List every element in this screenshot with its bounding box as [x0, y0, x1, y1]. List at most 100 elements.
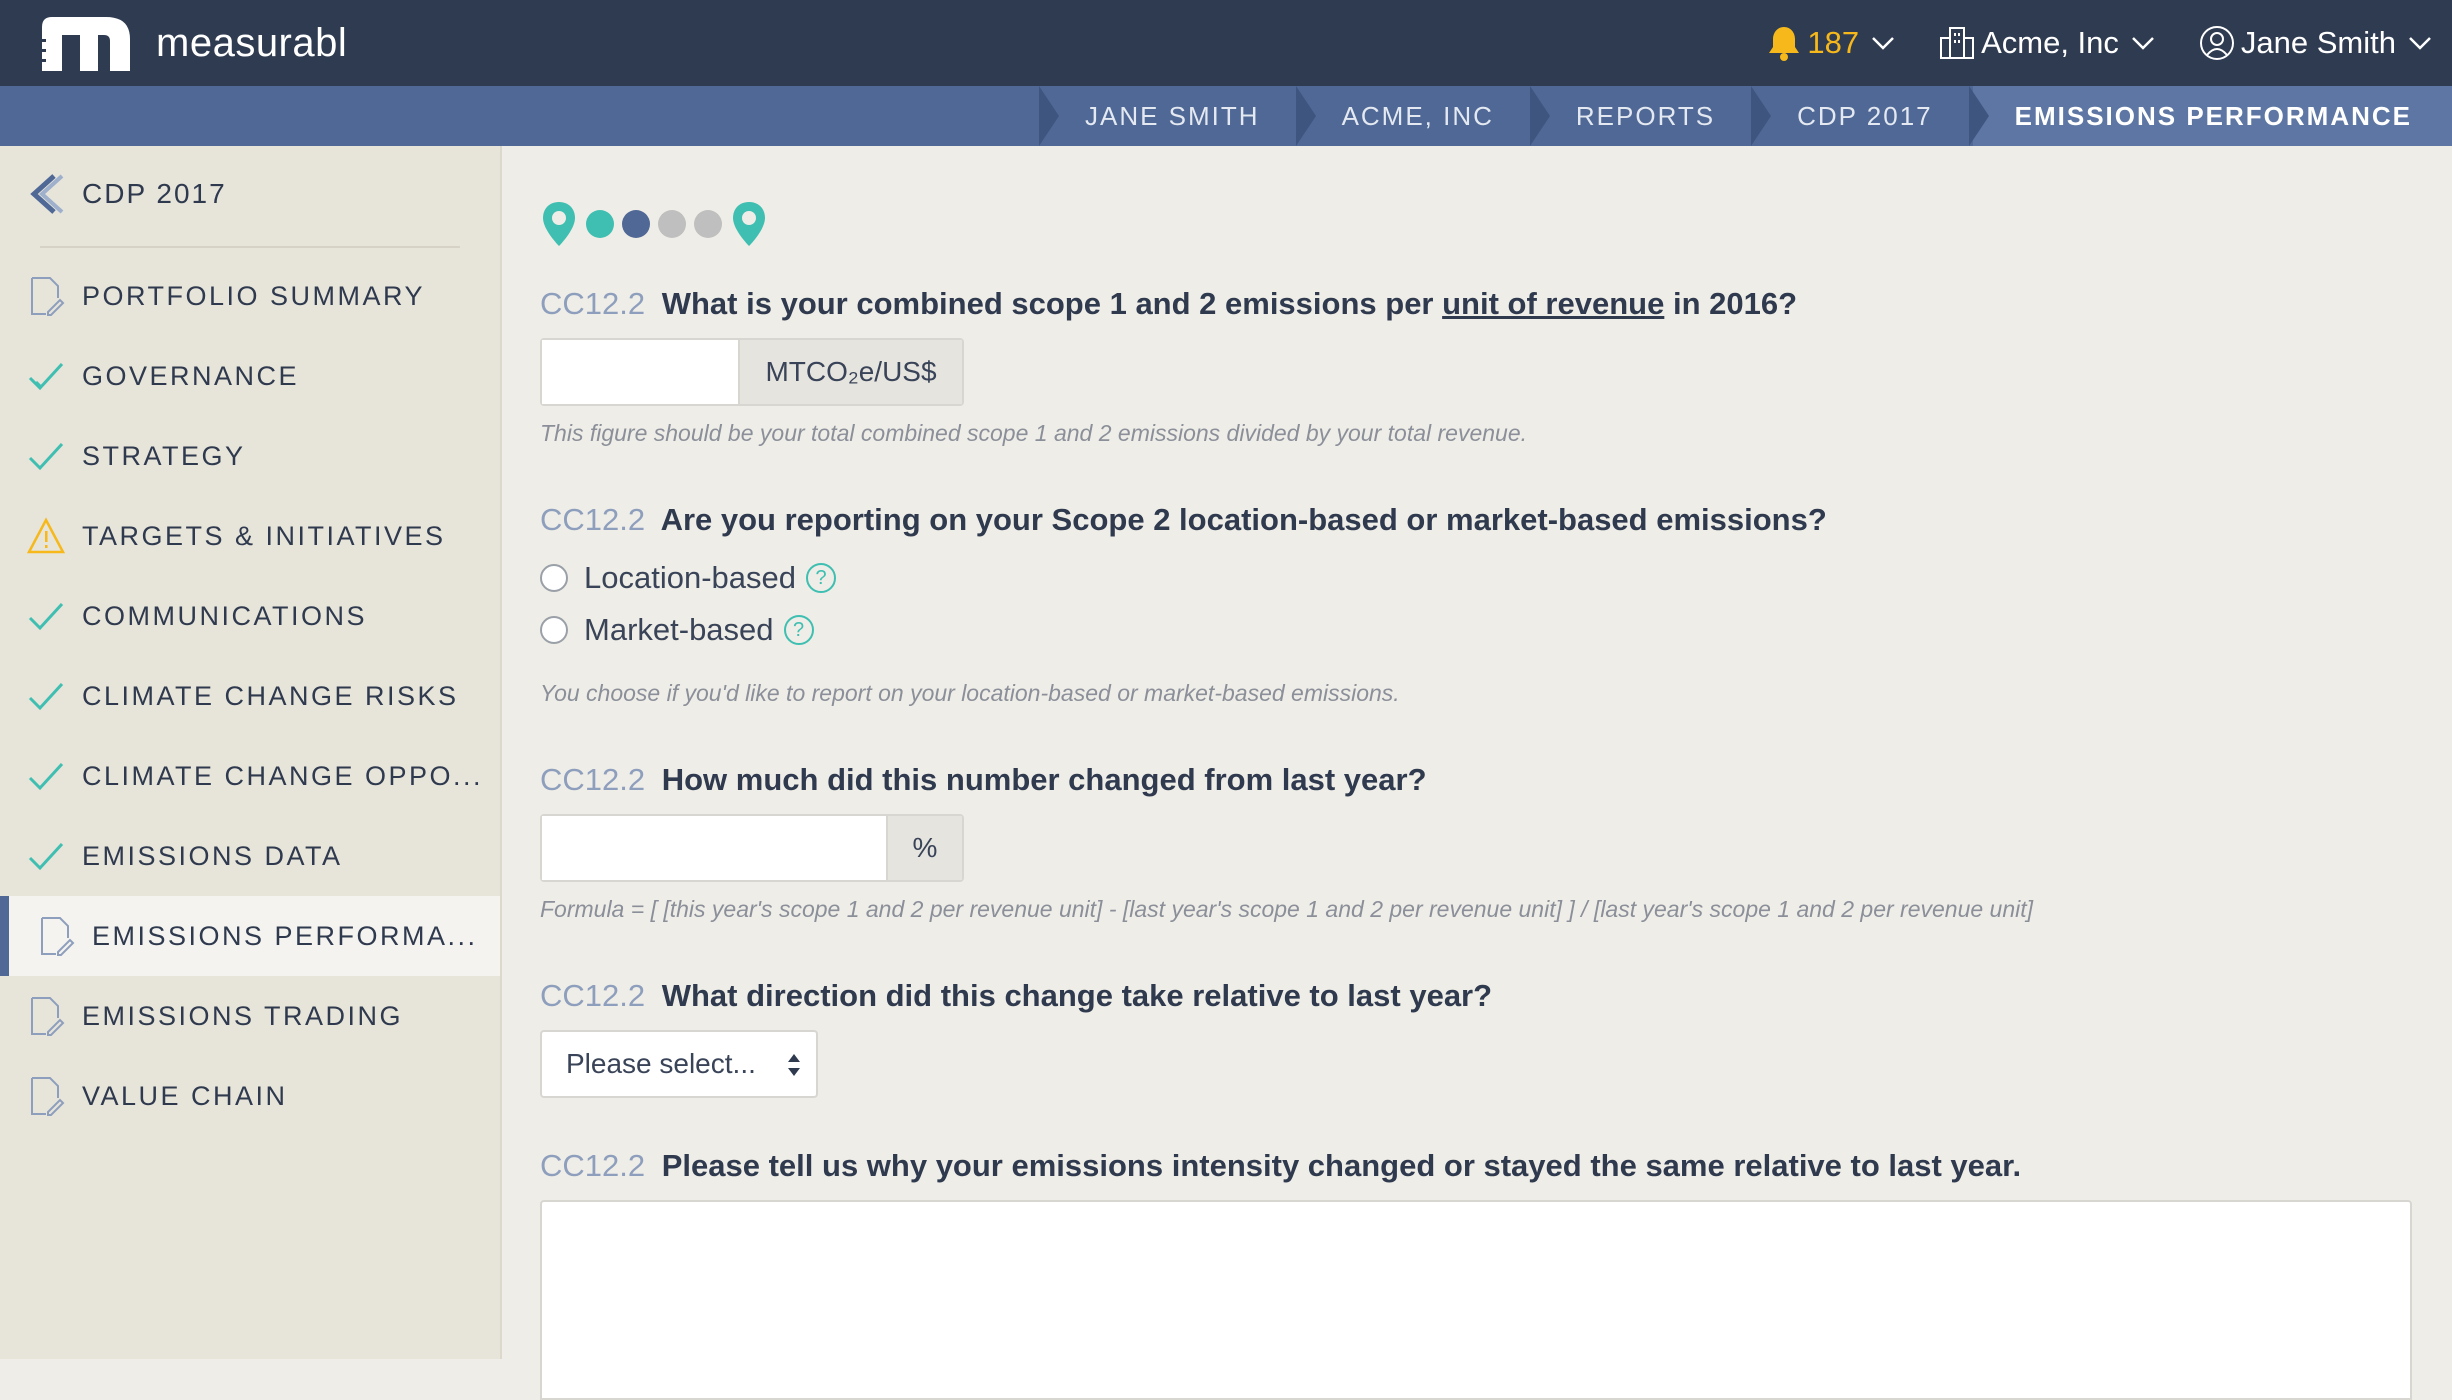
sidebar-divider	[40, 246, 460, 248]
question-hint: This figure should be your total combine…	[540, 420, 1528, 446]
select-value: Please select...	[566, 1048, 756, 1079]
sidebar-item-label: CLIMATE CHANGE OPPO...	[82, 760, 484, 791]
sidebar: CDP 2017 PORTFOLIO SUMMARY GOVERNANCE ST…	[0, 146, 502, 1359]
document-edit-icon	[31, 1077, 65, 1116]
select-arrows-icon	[788, 1054, 800, 1076]
market-based-option[interactable]: Market-based ?	[540, 612, 814, 648]
bell-icon	[1769, 27, 1800, 61]
question-text-end: in 2016?	[1672, 286, 1798, 321]
chevron-down-icon	[2132, 37, 2154, 50]
question-code: CC12.2	[540, 1148, 646, 1183]
back-link[interactable]: CDP 2017	[0, 146, 500, 242]
question-q4: CC12.2 What direction did this change ta…	[540, 978, 1492, 1014]
question-text: How much did this number changed from la…	[661, 762, 1427, 797]
sidebar-item-label: CLIMATE CHANGE RISKS	[82, 680, 459, 711]
sidebar-item-portfolio-summary[interactable]: PORTFOLIO SUMMARY	[0, 256, 500, 336]
question-text: Please tell us why your emissions intens…	[661, 1148, 2022, 1183]
check-icon	[28, 362, 64, 391]
sidebar-item-label: GOVERNANCE	[82, 360, 300, 391]
progress-step-todo	[658, 210, 686, 238]
user-icon	[2199, 26, 2234, 60]
document-edit-icon	[31, 997, 65, 1036]
sidebar-item-climate-change-risks[interactable]: CLIMATE CHANGE RISKS	[0, 656, 500, 736]
user-name: Jane Smith	[2240, 25, 2396, 60]
question-q2: CC12.2 Are you reporting on your Scope 2…	[540, 502, 1827, 538]
location-based-option[interactable]: Location-based ?	[540, 560, 836, 596]
back-label: CDP 2017	[82, 178, 227, 209]
sidebar-item-strategy[interactable]: STRATEGY	[0, 416, 500, 496]
warning-icon	[26, 517, 66, 554]
organization-menu[interactable]: Acme, Inc	[1939, 25, 2155, 61]
breadcrumb-current: EMISSIONS PERFORMANCE	[1968, 86, 2452, 146]
notifications-menu[interactable]: 187	[1767, 25, 1895, 61]
percent-change-group: %	[540, 814, 964, 882]
question-q3: CC12.2 How much did this number changed …	[540, 762, 1427, 798]
sidebar-item-label: PORTFOLIO SUMMARY	[82, 280, 426, 311]
market-based-radio[interactable]	[540, 616, 568, 644]
explanation-textarea[interactable]	[540, 1200, 2412, 1400]
chevron-left-icon	[30, 174, 64, 214]
location-based-radio[interactable]	[540, 564, 568, 592]
formula-hint: Formula = [ [this year's scope 1 and 2 p…	[540, 896, 2034, 922]
end-pin-icon	[733, 202, 765, 246]
sidebar-item-label: TARGETS & INITIATIVES	[82, 520, 446, 551]
percent-change-input[interactable]	[542, 816, 886, 880]
chevron-down-icon	[1872, 37, 1894, 50]
emissions-per-revenue-input[interactable]	[542, 340, 738, 404]
emissions-per-revenue-group: MTCO₂e/US$	[540, 338, 964, 406]
check-icon	[28, 762, 64, 791]
logo[interactable]: measurabl	[38, 13, 347, 73]
sidebar-nav: PORTFOLIO SUMMARY GOVERNANCE STRATEGY TA…	[0, 256, 500, 1136]
sidebar-item-targets-initiatives[interactable]: TARGETS & INITIATIVES	[0, 496, 500, 576]
help-icon[interactable]: ?	[806, 563, 836, 593]
sidebar-item-emissions-data[interactable]: EMISSIONS DATA	[0, 816, 500, 896]
option-label: Market-based	[584, 612, 774, 647]
start-pin-icon	[543, 202, 575, 246]
help-icon[interactable]: ?	[783, 615, 814, 645]
breadcrumb: JANE SMITH ACME, INC REPORTS CDP 2017 EM…	[0, 86, 2452, 146]
check-icon	[28, 682, 64, 711]
measurabl-logo-icon	[38, 17, 130, 71]
document-edit-icon	[41, 917, 75, 956]
unit-addon: MTCO₂e/US$	[738, 340, 962, 404]
question-hint: You choose if you'd like to report on yo…	[540, 680, 1400, 706]
top-navbar: measurabl 187 Acme, Inc Jane Smith	[0, 0, 2452, 86]
question-text: What is your combined scope 1 and 2 emis…	[661, 286, 1434, 321]
question-code: CC12.2	[540, 978, 646, 1013]
organization-name: Acme, Inc	[1981, 25, 2119, 60]
unit-of-revenue-link[interactable]: unit of revenue	[1442, 286, 1664, 321]
breadcrumb-organization[interactable]: ACME, INC	[1295, 86, 1534, 146]
check-icon	[28, 842, 64, 871]
document-edit-icon	[31, 277, 65, 316]
sidebar-item-label: COMMUNICATIONS	[82, 600, 367, 631]
sidebar-item-communications[interactable]: COMMUNICATIONS	[0, 576, 500, 656]
breadcrumb-report[interactable]: CDP 2017	[1751, 86, 1973, 146]
sidebar-item-emissions-trading[interactable]: EMISSIONS TRADING	[0, 976, 500, 1056]
question-q5: CC12.2 Please tell us why your emissions…	[540, 1148, 2021, 1184]
progress-step-complete	[586, 210, 614, 238]
sidebar-item-label: VALUE CHAIN	[82, 1080, 288, 1111]
sidebar-item-climate-change-opportunities[interactable]: CLIMATE CHANGE OPPO...	[0, 736, 500, 816]
percent-addon: %	[886, 816, 962, 880]
sidebar-item-value-chain[interactable]: VALUE CHAIN	[0, 1056, 500, 1136]
question-code: CC12.2	[540, 286, 646, 321]
user-menu[interactable]: Jane Smith	[2199, 25, 2432, 61]
breadcrumb-user[interactable]: JANE SMITH	[1038, 86, 1300, 146]
check-icon	[28, 442, 64, 471]
check-icon	[28, 602, 64, 631]
question-code: CC12.2	[540, 762, 646, 797]
sidebar-item-label: EMISSIONS DATA	[82, 840, 343, 871]
sidebar-item-emissions-performance[interactable]: EMISSIONS PERFORMA...	[0, 896, 500, 976]
breadcrumb-reports[interactable]: REPORTS	[1529, 86, 1755, 146]
direction-select[interactable]: Please select...	[540, 1030, 818, 1098]
sidebar-item-governance[interactable]: GOVERNANCE	[0, 336, 500, 416]
sidebar-item-label: STRATEGY	[82, 440, 246, 471]
option-label: Location-based	[584, 560, 796, 595]
question-text: What direction did this change take rela…	[661, 978, 1493, 1013]
logo-text: measurabl	[156, 20, 348, 65]
sidebar-item-label: EMISSIONS PERFORMA...	[92, 920, 478, 951]
progress-step-current	[622, 210, 650, 238]
question-text: Are you reporting on your Scope 2 locati…	[660, 502, 1827, 537]
sidebar-item-label: EMISSIONS TRADING	[82, 1000, 404, 1031]
building-icon	[1940, 27, 1975, 59]
